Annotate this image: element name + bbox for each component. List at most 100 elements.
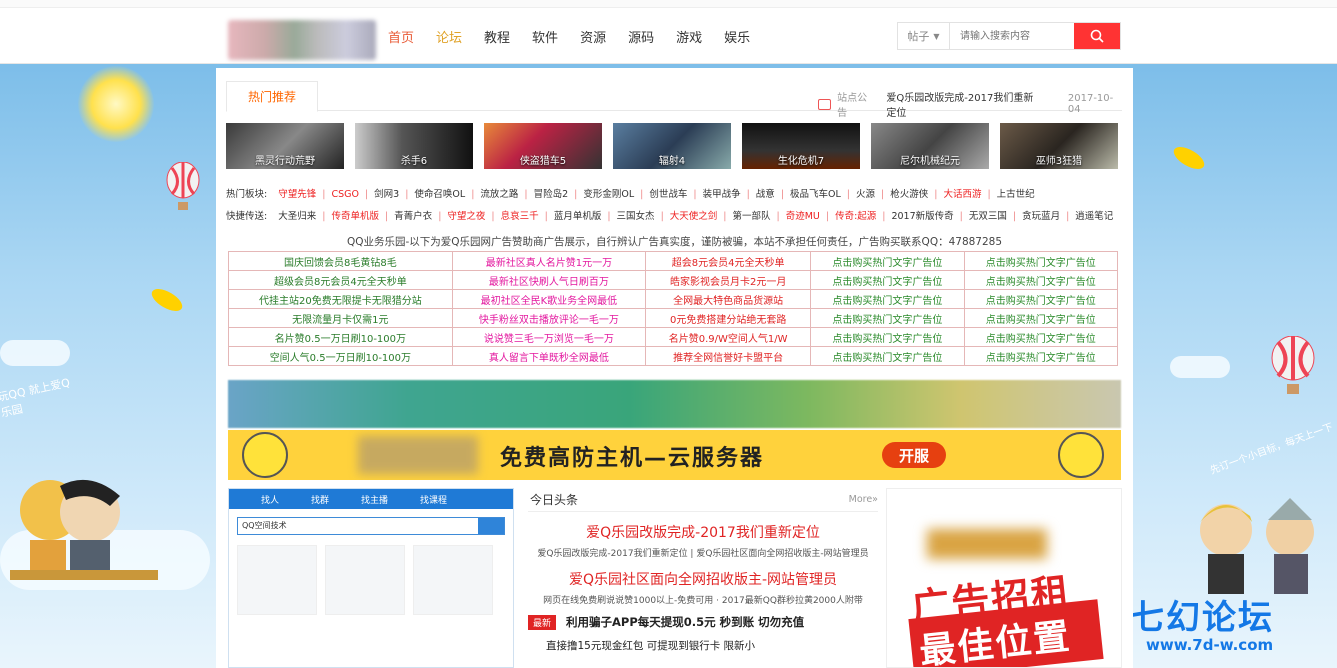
ad-cell[interactable]: 说说赞三毛一万浏览一毛一万 (451, 327, 647, 347)
nav-tutorial[interactable]: 教程 (484, 27, 510, 46)
ad-cell[interactable]: 最新社区快刷人气日刷百万 (451, 270, 647, 290)
site-logo[interactable] (228, 20, 376, 60)
ad-cell[interactable]: 点击购买热门文字广告位 (963, 346, 1119, 366)
qq-result-card[interactable] (237, 545, 317, 615)
section-link[interactable]: 使命召唤OL (414, 189, 465, 200)
banner-ad-top[interactable] (228, 380, 1121, 428)
section-link[interactable]: 无双三国 (969, 211, 1007, 222)
ad-cell[interactable]: 点击购买热门文字广告位 (963, 251, 1119, 271)
section-link[interactable]: 大圣归来 (278, 211, 316, 222)
news-headline[interactable]: 爱Q乐园改版完成-2017我们重新定位 (528, 522, 878, 542)
section-link[interactable]: 青菁户衣 (394, 211, 432, 222)
section-link[interactable]: 传奇单机版 (331, 211, 379, 222)
qq-tab[interactable]: 找群 (311, 493, 329, 506)
section-link[interactable]: 守望先锋 (278, 189, 316, 200)
section-link[interactable]: CSGO (331, 189, 359, 200)
game-thumb[interactable]: 尼尔机械纪元 (871, 123, 989, 169)
game-thumb[interactable]: 杀手6 (355, 123, 473, 169)
ad-cell[interactable]: 最初社区全民K歌业务全网最低 (451, 289, 647, 309)
news-sub[interactable]: 爱Q乐园改版完成-2017我们重新定位 | 爱Q乐园社区面向全网招收版主-网站管… (528, 546, 878, 559)
qq-result-card[interactable] (413, 545, 493, 615)
game-thumb[interactable]: 侠盗猎车5 (484, 123, 602, 169)
news-item[interactable]: 最新 利用骗子APP每天提现0.5元 秒到账 切勿充值 (528, 614, 878, 630)
ad-cell[interactable]: 推荐全网信誉好卡盟平台 (645, 346, 812, 366)
nav-source[interactable]: 源码 (628, 27, 654, 46)
tab-hot[interactable]: 热门推荐 (226, 81, 318, 112)
ad-cell[interactable]: 点击购买热门文字广告位 (810, 289, 965, 309)
ad-cell[interactable]: 真人留言下单既秒全网最低 (451, 346, 647, 366)
game-thumb[interactable]: 巫师3狂猎 (1000, 123, 1118, 169)
ad-cell[interactable]: 空间人气0.5一万日刷10-100万 (228, 346, 453, 366)
section-link[interactable]: 传奇:起源 (835, 211, 876, 222)
nav-home[interactable]: 首页 (388, 27, 414, 46)
ad-cell[interactable]: 点击购买热门文字广告位 (810, 308, 965, 328)
ad-cell[interactable]: 点击购买热门文字广告位 (810, 346, 965, 366)
game-thumb[interactable]: 生化危机7 (742, 123, 860, 169)
qq-tab[interactable]: 找课程 (420, 493, 447, 506)
section-link[interactable]: 流放之路 (480, 189, 518, 200)
ad-space-promo[interactable]: 广告招租 最佳位置 (886, 488, 1122, 668)
news-sub[interactable]: 网页在线免费刷说说赞1000以上-免费可用 · 2017最新QQ群秒拉黄2000… (528, 593, 878, 606)
section-link[interactable]: 装甲战争 (703, 189, 741, 200)
banner-ad-server[interactable]: 免费高防主机—云服务器 开服 (228, 430, 1121, 480)
section-link[interactable]: 息哀三千 (501, 211, 539, 222)
game-thumb[interactable]: 黑灵行动荒野 (226, 123, 344, 169)
section-link[interactable]: 2017新版传奇 (891, 211, 953, 222)
section-link[interactable]: 三国女杰 (617, 211, 655, 222)
ad-cell[interactable]: 点击购买热门文字广告位 (963, 308, 1119, 328)
section-link[interactable]: 冒险岛2 (534, 189, 569, 200)
ad-cell[interactable]: 0元免费搭建分站绝无套路 (645, 308, 812, 328)
ad-cell[interactable]: 全网最大特色商品货源站 (645, 289, 812, 309)
ad-cell[interactable]: 点击购买热门文字广告位 (810, 327, 965, 347)
nav-software[interactable]: 软件 (532, 27, 558, 46)
ad-cell[interactable]: 点击购买热门文字广告位 (810, 251, 965, 271)
qq-result-card[interactable] (325, 545, 405, 615)
notice-link[interactable]: 爱Q乐园改版完成-2017我们重新定位 (886, 89, 1041, 119)
section-link[interactable]: 剑网3 (374, 189, 399, 200)
qq-tab[interactable]: 找人 (261, 493, 279, 506)
search-type-select[interactable]: 帖子 ▼ (898, 23, 950, 49)
news-more-link[interactable]: More» (849, 494, 878, 505)
search-input[interactable] (950, 23, 1074, 49)
ad-cell[interactable]: 代挂主站20免费无限提卡无限猎分站 (228, 289, 453, 309)
ad-cell[interactable]: 国庆回馈会员8毛黄钻8毛 (228, 251, 453, 271)
banner-open-button[interactable]: 开服 (882, 442, 946, 468)
section-link[interactable]: 极品飞车OL (790, 189, 841, 200)
ad-cell[interactable]: 超级会员8元会员4元全天秒单 (228, 270, 453, 290)
ad-cell[interactable]: 超会8元会员4元全天秒单 (645, 251, 812, 271)
ad-cell[interactable]: 点击购买热门文字广告位 (963, 327, 1119, 347)
ad-cell[interactable]: 皓家影视会员月卡2元一月 (645, 270, 812, 290)
section-link[interactable]: 大话西游 (943, 189, 981, 200)
ad-cell[interactable]: 最新社区真人名片赞1元一万 (451, 251, 647, 271)
section-link[interactable]: 枪火游侠 (890, 189, 928, 200)
section-link[interactable]: 变形金刚OL (583, 189, 634, 200)
nav-resources[interactable]: 资源 (580, 27, 606, 46)
ad-cell[interactable]: 名片赞0.5一万日刷10-100万 (228, 327, 453, 347)
section-link[interactable]: 上古世纪 (997, 189, 1035, 200)
section-link[interactable]: 火源 (856, 189, 875, 200)
ad-cell[interactable]: 点击购买热门文字广告位 (963, 289, 1119, 309)
section-link[interactable]: 第一部队 (732, 211, 770, 222)
game-thumb[interactable]: 辐射4 (613, 123, 731, 169)
section-link[interactable]: 蓝月单机版 (554, 211, 602, 222)
nav-entertainment[interactable]: 娱乐 (724, 27, 750, 46)
section-link[interactable]: 贪玩蓝月 (1022, 211, 1060, 222)
ad-cell[interactable]: 点击购买热门文字广告位 (810, 270, 965, 290)
section-link[interactable]: 奇迹MU (786, 211, 820, 222)
nav-forum[interactable]: 论坛 (436, 27, 462, 46)
ad-cell[interactable]: 快手粉丝双击播放评论一毛一万 (451, 308, 647, 328)
ad-cell[interactable]: 名片赞0.9/W空间人气1/W (645, 327, 812, 347)
ad-cell[interactable]: 无限流量月卡仅需1元 (228, 308, 453, 328)
search-icon[interactable] (478, 518, 504, 534)
section-link[interactable]: 战意 (756, 189, 775, 200)
section-link[interactable]: 逍遥笔记 (1075, 211, 1113, 222)
search-button[interactable] (1074, 23, 1120, 49)
section-link[interactable]: 守望之夜 (447, 211, 485, 222)
qq-search-input[interactable]: QQ空间技术 (237, 517, 505, 535)
section-link[interactable]: 创世战车 (649, 189, 687, 200)
ad-cell[interactable]: 点击购买热门文字广告位 (963, 270, 1119, 290)
section-link[interactable]: 大天使之剑 (670, 211, 718, 222)
news-item[interactable]: 直接撸15元现金红包 可提现到银行卡 限新小 (528, 638, 878, 653)
nav-games[interactable]: 游戏 (676, 27, 702, 46)
news-headline[interactable]: 爱Q乐园社区面向全网招收版主-网站管理员 (528, 569, 878, 589)
